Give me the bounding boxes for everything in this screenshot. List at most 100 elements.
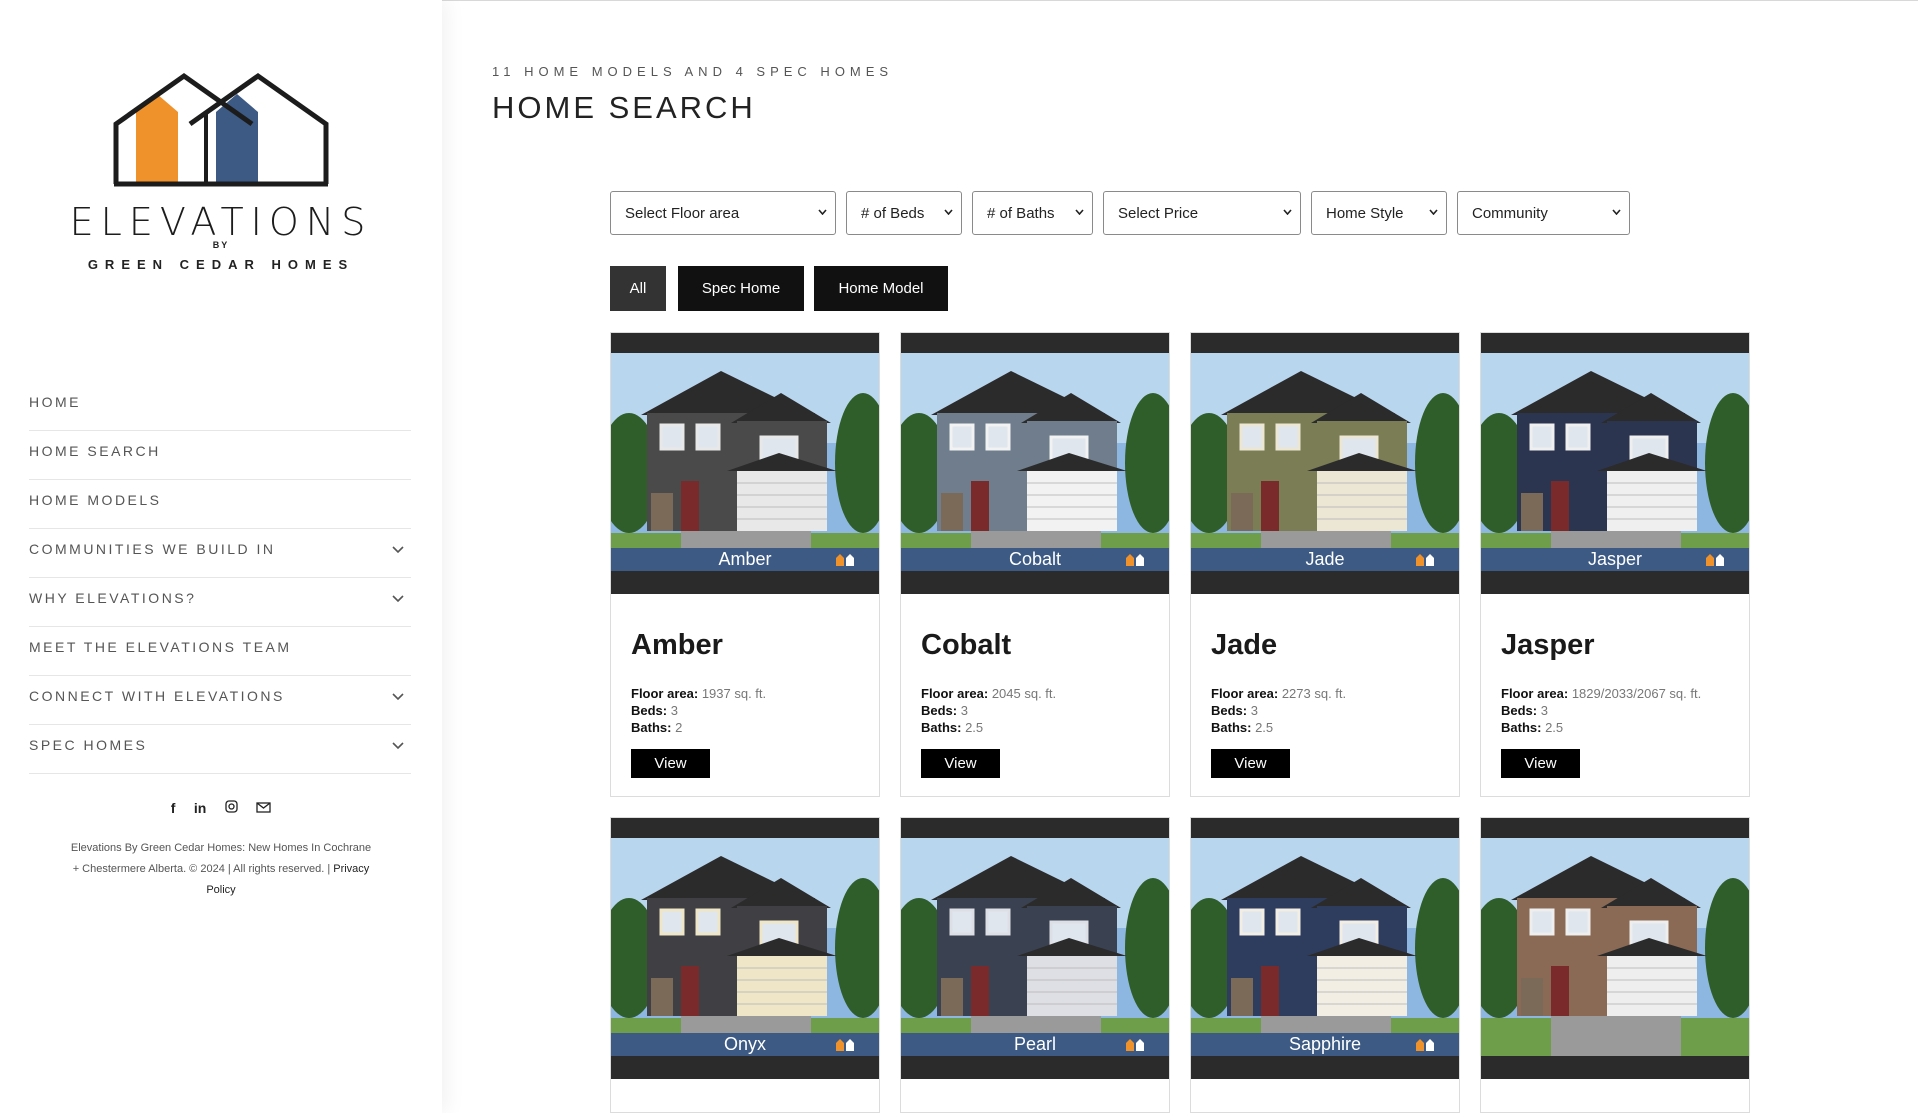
home-card[interactable] [1480, 817, 1750, 1113]
nav-item[interactable]: CONNECT WITH ELEVATIONS [29, 676, 411, 725]
chevron-down-icon [1429, 209, 1438, 215]
beds-select[interactable]: # of Beds [846, 191, 962, 235]
baths-count: Baths: 2.5 [921, 720, 984, 735]
linkedin-icon[interactable]: in [194, 800, 206, 816]
beds-count: Beds: 3 [921, 703, 968, 718]
house-photo-icon [901, 353, 1169, 571]
baths-select[interactable]: # of Baths [972, 191, 1093, 235]
brand-house-icon [1126, 554, 1144, 566]
home-photo[interactable]: Cobalt [901, 333, 1169, 594]
brand-by: BY [212, 240, 230, 250]
price-select[interactable]: Select Price [1103, 191, 1301, 235]
house-photo-icon [1191, 353, 1459, 571]
house-photo-icon [611, 353, 879, 571]
floor-area: Floor area: 1829/2033/2067 sq. ft. [1501, 686, 1702, 701]
nav-item-label: SPEC HOMES [29, 737, 148, 753]
nav-item-label: HOME SEARCH [29, 443, 161, 459]
home-card[interactable]: Pearl [900, 817, 1170, 1113]
home-name-banner: Jade [1191, 548, 1459, 571]
chevron-down-icon[interactable] [391, 543, 405, 557]
nav-item-label: WHY ELEVATIONS? [29, 590, 197, 606]
home-name-banner: Amber [611, 548, 879, 571]
nav-item[interactable]: HOME MODELS [29, 480, 411, 529]
home-photo[interactable] [1481, 818, 1749, 1079]
view-button[interactable]: View [1501, 749, 1580, 778]
view-button[interactable]: View [921, 749, 1000, 778]
house-photo-icon [611, 838, 879, 1056]
home-style-select[interactable]: Home Style [1311, 191, 1447, 235]
beds-count: Beds: 3 [1211, 703, 1258, 718]
view-button[interactable]: View [631, 749, 710, 778]
house-logo-icon [113, 72, 329, 187]
home-card[interactable]: Cobalt Cobalt Floor area: 2045 sq. ft. B… [900, 332, 1170, 797]
floor-area-select[interactable]: Select Floor area [610, 191, 836, 235]
footer-line-3: Policy [58, 880, 384, 901]
nav-item[interactable]: MEET THE ELEVATIONS TEAM [29, 627, 411, 676]
house-photo-icon [1191, 838, 1459, 1056]
chevron-down-icon[interactable] [391, 739, 405, 753]
brand-house-icon [1416, 1039, 1434, 1051]
page-eyebrow: 11 HOME MODELS AND 4 SPEC HOMES [492, 64, 894, 79]
chevron-down-icon [944, 209, 953, 215]
community-select[interactable]: Community [1457, 191, 1630, 235]
brand-house-icon [1416, 554, 1434, 566]
home-photo[interactable]: Amber [611, 333, 879, 594]
social-links: f in [0, 800, 442, 818]
house-photo-icon [1481, 353, 1749, 571]
footer-text: Elevations By Green Cedar Homes: New Hom… [58, 838, 384, 901]
home-card[interactable]: Jasper Jasper Floor area: 1829/2033/2067… [1480, 332, 1750, 797]
page-title: HOME SEARCH [492, 90, 756, 125]
chevron-down-icon [1612, 209, 1621, 215]
brand-wordmark: ELEVATIONS [69, 200, 373, 244]
facebook-icon[interactable]: f [171, 800, 176, 816]
brand-house-icon [1126, 1039, 1144, 1051]
chevron-down-icon[interactable] [391, 592, 405, 606]
home-name: Jasper [1501, 629, 1595, 661]
home-card[interactable]: Onyx [610, 817, 880, 1113]
home-specs: Floor area: 2273 sq. ft. Beds: 3 Baths: … [1211, 685, 1346, 736]
banner-name: Cobalt [1008, 549, 1062, 569]
nav-item-label: COMMUNITIES WE BUILD IN [29, 541, 276, 557]
home-specs: Floor area: 1937 sq. ft. Beds: 3 Baths: … [631, 685, 766, 736]
home-photo[interactable]: Onyx [611, 818, 879, 1079]
nav-item[interactable]: SPEC HOMES [29, 725, 411, 774]
home-specs: Floor area: 2045 sq. ft. Beds: 3 Baths: … [921, 685, 1056, 736]
brand-house-icon [836, 554, 854, 566]
nav-item-label: HOME MODELS [29, 492, 162, 508]
privacy-policy-link-cont[interactable]: Policy [206, 884, 235, 896]
nav-item-label: CONNECT WITH ELEVATIONS [29, 688, 285, 704]
nav-item[interactable]: COMMUNITIES WE BUILD IN [29, 529, 411, 578]
home-card[interactable]: Sapphire [1190, 817, 1460, 1113]
nav-item[interactable]: HOME [29, 382, 411, 431]
banner-name: Onyx [723, 1034, 766, 1054]
banner-name: Pearl [1013, 1034, 1057, 1054]
tab-spec-home[interactable]: Spec Home [678, 266, 804, 311]
tab-home-model[interactable]: Home Model [814, 266, 948, 311]
brand-subtitle: GREEN CEDAR HOMES [87, 257, 355, 272]
chevron-down-icon[interactable] [391, 690, 405, 704]
floor-area: Floor area: 1937 sq. ft. [631, 686, 767, 701]
banner-name: Sapphire [1288, 1034, 1362, 1054]
home-photo[interactable]: Jade [1191, 333, 1459, 594]
tab-all[interactable]: All [610, 266, 666, 311]
home-card[interactable]: Amber Amber Floor area: 1937 sq. ft. Bed… [610, 332, 880, 797]
nav-item[interactable]: HOME SEARCH [29, 431, 411, 480]
brand-logo[interactable]: ELEVATIONS BY GREEN CEDAR HOMES [66, 72, 376, 282]
main-nav: HOME HOME SEARCH HOME MODELS COMMUNITIES WE… [29, 382, 411, 774]
footer-line-2: + Chestermere Alberta. © 2024 | All righ… [72, 863, 370, 875]
beds-count: Beds: 3 [1501, 703, 1548, 718]
house-photo-icon [1481, 838, 1749, 1056]
instagram-icon[interactable] [225, 800, 238, 816]
view-button[interactable]: View [1211, 749, 1290, 778]
home-name: Jade [1211, 629, 1278, 661]
mail-icon[interactable] [256, 800, 271, 816]
home-card[interactable]: Jade Jade Floor area: 2273 sq. ft. Beds:… [1190, 332, 1460, 797]
home-photo[interactable]: Sapphire [1191, 818, 1459, 1079]
chevron-down-icon [1283, 209, 1292, 215]
home-photo[interactable]: Jasper [1481, 333, 1749, 594]
privacy-policy-link[interactable]: Privacy [333, 863, 369, 875]
nav-item[interactable]: WHY ELEVATIONS? [29, 578, 411, 627]
house-photo-icon [901, 838, 1169, 1056]
home-photo[interactable]: Pearl [901, 818, 1169, 1079]
home-name-banner: Onyx [611, 1033, 879, 1056]
